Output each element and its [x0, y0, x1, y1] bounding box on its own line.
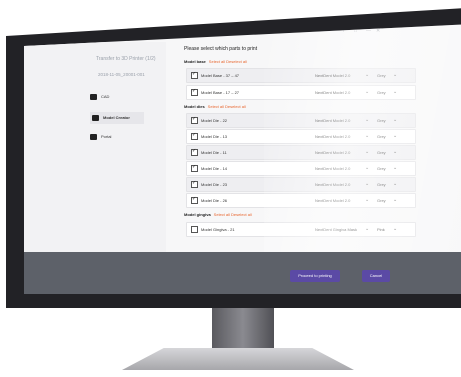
printer-select[interactable]: NextDent Model 2.0: [315, 90, 350, 95]
part-name: Model Die - 13: [201, 134, 228, 139]
select-deselect-links[interactable]: Select all Deselect all: [214, 212, 252, 217]
app-window: Transfer to 3D Printer (1/2) 2018-11-05_…: [24, 24, 461, 294]
table-row[interactable]: Model Die - 22 NextDent Model 2.0 ⌄ Grey…: [186, 113, 416, 128]
section-heading-text: Model gingiva: [184, 212, 211, 217]
sidebar-item-label: Model Creator: [103, 115, 130, 121]
chevron-down-icon[interactable]: ⌄: [365, 72, 369, 78]
printer-select[interactable]: NextDent Model 2.0: [315, 150, 350, 155]
cancel-button[interactable]: Cancel: [362, 270, 390, 282]
sidebar-title: Transfer to 3D Printer (1/2): [96, 56, 156, 62]
table-row[interactable]: Model Gingiva - 21 NextDent Gingiva Mask…: [186, 222, 416, 237]
chevron-down-icon[interactable]: ⌄: [365, 165, 369, 171]
checkbox[interactable]: [191, 180, 198, 188]
chevron-down-icon[interactable]: ⌄: [393, 165, 397, 171]
footer-bar: Proceed to printing Cancel: [24, 252, 461, 294]
part-name: Model Base - 37 – 47: [201, 73, 240, 78]
section-heading-text: Model dies: [184, 104, 205, 109]
chevron-down-icon[interactable]: ⌄: [393, 89, 397, 95]
maximize-icon[interactable]: □: [354, 28, 357, 34]
section-heading-text: Model base: [184, 59, 206, 64]
chevron-down-icon[interactable]: ⌄: [393, 72, 397, 78]
printer-select[interactable]: NextDent Model 2.0: [315, 134, 350, 139]
chevron-down-icon[interactable]: ⌄: [365, 89, 369, 95]
part-name: Model Die - 23: [201, 182, 228, 187]
table-row[interactable]: Model Die - 14 NextDent Model 2.0 ⌄ Grey…: [186, 161, 416, 176]
printer-select[interactable]: NextDent Model 2.0: [315, 182, 350, 187]
section-model-dies-heading: Model dies Select all Deselect all: [184, 104, 246, 109]
sidebar-item-model-creator[interactable]: Model Creator: [90, 112, 144, 124]
table-row[interactable]: Model Die - 13 NextDent Model 2.0 ⌄ Grey…: [186, 129, 416, 144]
color-select[interactable]: Grey: [377, 134, 386, 139]
table-row[interactable]: Model Die - 23 NextDent Model 2.0 ⌄ Grey…: [186, 177, 416, 192]
checkbox[interactable]: [191, 164, 198, 172]
part-name: Model Die - 11: [201, 150, 227, 155]
part-name: Model Die - 26: [201, 198, 228, 203]
printer-select[interactable]: NextDent Model 2.0: [315, 166, 350, 171]
part-name: Model Gingiva - 21: [201, 227, 235, 232]
monitor-bezel: Transfer to 3D Printer (1/2) 2018-11-05_…: [6, 8, 461, 308]
chevron-down-icon[interactable]: ⌄: [365, 149, 369, 155]
color-select[interactable]: Grey: [377, 90, 386, 95]
chevron-down-icon[interactable]: ⌄: [393, 149, 397, 155]
sidebar-date: 2018-11-05_20001-001: [98, 72, 145, 77]
checkbox[interactable]: [191, 196, 198, 204]
chevron-down-icon[interactable]: ⌄: [365, 117, 369, 123]
checkbox[interactable]: [191, 116, 198, 124]
table-row[interactable]: Model Die - 11 NextDent Model 2.0 ⌄ Grey…: [186, 145, 416, 160]
chevron-down-icon[interactable]: ⌄: [365, 226, 369, 232]
sidebar: Transfer to 3D Printer (1/2) 2018-11-05_…: [24, 42, 166, 252]
checkbox[interactable]: [191, 71, 198, 79]
chevron-down-icon[interactable]: ⌄: [393, 197, 397, 203]
color-select[interactable]: Grey: [377, 73, 386, 78]
table-row[interactable]: Model Die - 26 NextDent Model 2.0 ⌄ Grey…: [186, 193, 416, 208]
model-icon: [92, 115, 99, 121]
color-select[interactable]: Grey: [377, 182, 386, 187]
table-row[interactable]: Model Base - 37 – 47 NextDent Model 2.0 …: [186, 68, 416, 83]
printer-select[interactable]: NextDent Gingiva Mask: [315, 227, 357, 232]
printer-select[interactable]: NextDent Model 2.0: [315, 73, 350, 78]
minimize-icon[interactable]: —: [366, 28, 371, 34]
chevron-down-icon[interactable]: ⌄: [365, 133, 369, 139]
checkbox[interactable]: [191, 132, 198, 140]
chevron-down-icon[interactable]: ⌄: [365, 197, 369, 203]
chevron-down-icon[interactable]: ⌄: [393, 133, 397, 139]
color-select[interactable]: Grey: [377, 198, 386, 203]
select-deselect-links[interactable]: Select all Deselect all: [208, 104, 246, 109]
monitor-stand-base: [122, 348, 354, 370]
main-panel: Please select which parts to print Model…: [180, 42, 430, 252]
select-deselect-links[interactable]: Select all Deselect all: [209, 59, 247, 64]
checkbox[interactable]: [191, 226, 198, 233]
section-model-gingiva-heading: Model gingiva Select all Deselect all: [184, 212, 252, 217]
checkbox[interactable]: [191, 148, 198, 156]
sidebar-item-cad[interactable]: CAD: [90, 94, 109, 100]
color-select[interactable]: Grey: [377, 118, 386, 123]
chevron-down-icon[interactable]: ⌄: [393, 181, 397, 187]
part-name: Model Die - 22: [201, 118, 228, 123]
part-name: Model Base - 17 – 27: [201, 90, 240, 95]
section-model-base-heading: Model base Select all Deselect all: [184, 59, 247, 64]
color-select[interactable]: Grey: [377, 166, 386, 171]
part-name: Model Die - 14: [201, 166, 228, 171]
printer-select[interactable]: NextDent Model 2.0: [315, 198, 350, 203]
close-icon[interactable]: ✕: [376, 28, 380, 34]
checkbox[interactable]: [191, 88, 198, 96]
page-title: Please select which parts to print: [184, 46, 258, 52]
chevron-down-icon[interactable]: ⌄: [393, 226, 397, 232]
sidebar-item-label: Portal: [101, 134, 112, 140]
chevron-down-icon[interactable]: ⌄: [365, 181, 369, 187]
color-select[interactable]: Pink: [377, 227, 385, 232]
portal-icon: [90, 134, 97, 140]
tooth-icon: [90, 94, 97, 100]
table-row[interactable]: Model Base - 17 – 27 NextDent Model 2.0 …: [186, 85, 416, 100]
sidebar-item-label: CAD: [101, 94, 110, 100]
proceed-to-printing-button[interactable]: Proceed to printing: [290, 270, 340, 282]
chevron-down-icon[interactable]: ⌄: [393, 117, 397, 123]
printer-select[interactable]: NextDent Model 2.0: [315, 118, 350, 123]
color-select[interactable]: Grey: [377, 150, 386, 155]
help-icon[interactable]: ?: [342, 28, 345, 34]
sidebar-item-portal[interactable]: Portal: [90, 134, 111, 140]
